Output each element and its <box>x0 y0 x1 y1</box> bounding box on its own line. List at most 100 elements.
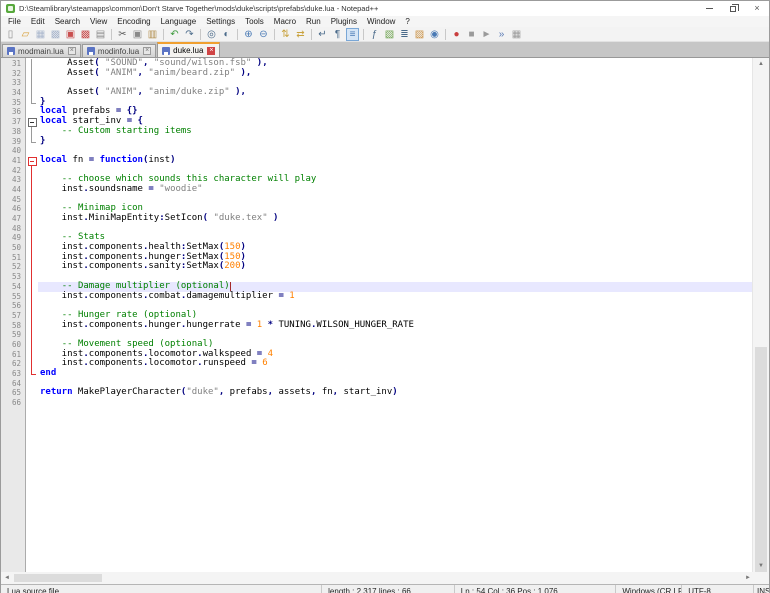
menu-item-tools[interactable]: Tools <box>240 16 269 27</box>
save-icon[interactable]: ▦ <box>34 28 47 41</box>
cut-icon[interactable]: ✂ <box>116 28 129 41</box>
macro-save-icon[interactable]: ▦ <box>510 28 523 41</box>
menu-item-settings[interactable]: Settings <box>201 16 240 27</box>
line-number[interactable]: 63 <box>1 369 26 379</box>
find-icon[interactable]: ◎ <box>205 28 218 41</box>
tab-modmain.lua[interactable]: modmain.lua× <box>2 44 81 57</box>
tab-modinfo.lua[interactable]: modinfo.lua× <box>82 44 156 57</box>
show-indent-guide-icon[interactable]: ≡ <box>346 28 359 41</box>
line-number[interactable]: 51 <box>1 253 26 263</box>
line-number[interactable]: 37 <box>1 117 26 127</box>
close-button[interactable]: × <box>745 1 769 16</box>
menu-item-language[interactable]: Language <box>156 16 202 27</box>
code-line[interactable]: 63end <box>1 369 752 379</box>
line-number[interactable]: 57 <box>1 311 26 321</box>
line-number[interactable]: 42 <box>1 166 26 176</box>
code-line[interactable]: 55 inst.components.combat.damagemultipli… <box>1 292 752 302</box>
open-file-icon[interactable]: ▱ <box>19 28 32 41</box>
print-icon[interactable]: ▤ <box>94 28 107 41</box>
macro-playback-icon[interactable]: ► <box>480 28 493 41</box>
code-line[interactable]: 58 inst.components.hunger.hungerrate = 1… <box>1 321 752 331</box>
line-number[interactable]: 60 <box>1 340 26 350</box>
function-list-icon[interactable]: ƒ <box>368 28 381 41</box>
line-number[interactable]: 61 <box>1 350 26 360</box>
line-number[interactable]: 59 <box>1 330 26 340</box>
show-all-characters-icon[interactable]: ¶ <box>331 28 344 41</box>
line-number[interactable]: 54 <box>1 282 26 292</box>
document-list-icon[interactable]: ≣ <box>398 28 411 41</box>
code-line[interactable]: 34 Asset( "ANIM", "anim/duke.zip" ), <box>1 88 752 98</box>
fold-marker-minus[interactable] <box>26 117 38 127</box>
document-map-icon[interactable]: ▧ <box>383 28 396 41</box>
folder-as-workspace-icon[interactable]: ▨ <box>413 28 426 41</box>
line-number[interactable]: 35 <box>1 98 26 108</box>
menu-item-macro[interactable]: Macro <box>269 16 301 27</box>
code-line[interactable]: 65return MakePlayerCharacter("duke", pre… <box>1 388 752 398</box>
macro-record-icon[interactable]: ● <box>450 28 463 41</box>
macro-stop-icon[interactable]: ■ <box>465 28 478 41</box>
line-number[interactable]: 66 <box>1 398 26 408</box>
macro-run-multiple-icon[interactable]: » <box>495 28 508 41</box>
vertical-scrollbar-thumb[interactable] <box>755 347 767 593</box>
code-line[interactable]: 41local fn = function(inst) <box>1 156 752 166</box>
menu-item-encoding[interactable]: Encoding <box>112 16 155 27</box>
line-number[interactable]: 38 <box>1 127 26 137</box>
horizontal-scrollbar[interactable]: ◄ ► <box>1 572 754 584</box>
line-number[interactable]: 43 <box>1 175 26 185</box>
redo-icon[interactable]: ↷ <box>183 28 196 41</box>
minimize-button[interactable] <box>697 1 721 16</box>
line-number[interactable]: 49 <box>1 233 26 243</box>
line-number[interactable]: 62 <box>1 359 26 369</box>
line-number[interactable]: 52 <box>1 262 26 272</box>
tab-duke.lua[interactable]: duke.lua× <box>157 42 220 57</box>
line-number[interactable]: 36 <box>1 107 26 117</box>
line-number[interactable]: 65 <box>1 388 26 398</box>
restore-button[interactable] <box>721 1 745 16</box>
line-number[interactable]: 41 <box>1 156 26 166</box>
line-number[interactable]: 64 <box>1 379 26 389</box>
horizontal-scrollbar-thumb[interactable] <box>14 574 102 582</box>
line-number[interactable]: 39 <box>1 137 26 147</box>
paste-icon[interactable]: ▥ <box>146 28 159 41</box>
line-number[interactable]: 58 <box>1 321 26 331</box>
close-all-icon[interactable]: ▩ <box>79 28 92 41</box>
menu-item-window[interactable]: Window <box>362 16 400 27</box>
menu-item-plugins[interactable]: Plugins <box>326 16 362 27</box>
scroll-down-arrow-icon[interactable]: ▼ <box>753 560 769 572</box>
line-number[interactable]: 48 <box>1 224 26 234</box>
line-number[interactable]: 45 <box>1 195 26 205</box>
undo-icon[interactable]: ↶ <box>168 28 181 41</box>
word-wrap-icon[interactable]: ↵ <box>316 28 329 41</box>
line-number[interactable]: 40 <box>1 146 26 156</box>
new-file-icon[interactable]: ▯ <box>4 28 17 41</box>
code-line[interactable]: 52 inst.components.sanity:SetMax(200) <box>1 262 752 272</box>
menu-item-help[interactable]: ? <box>400 16 414 27</box>
line-number[interactable]: 46 <box>1 204 26 214</box>
code-line[interactable]: 44 inst.soundsname = "woodie" <box>1 185 752 195</box>
line-number[interactable]: 50 <box>1 243 26 253</box>
line-number[interactable]: 56 <box>1 301 26 311</box>
line-number[interactable]: 31 <box>1 59 26 69</box>
sync-horizontal-scroll-icon[interactable]: ⇄ <box>294 28 307 41</box>
code-line[interactable]: 32 Asset( "ANIM", "anim/beard.zip" ), <box>1 69 752 79</box>
menu-item-run[interactable]: Run <box>301 16 326 27</box>
code-line[interactable]: 39} <box>1 137 752 147</box>
code-line[interactable]: 66 <box>1 398 752 408</box>
tab-close-icon[interactable]: × <box>68 47 76 55</box>
line-number[interactable]: 55 <box>1 292 26 302</box>
tab-close-icon[interactable]: × <box>207 47 215 55</box>
code-line[interactable]: 48 <box>1 224 752 234</box>
menu-item-edit[interactable]: Edit <box>26 16 50 27</box>
line-number[interactable]: 32 <box>1 69 26 79</box>
line-number[interactable]: 47 <box>1 214 26 224</box>
tab-close-icon[interactable]: × <box>143 47 151 55</box>
save-all-icon[interactable]: ▩ <box>49 28 62 41</box>
menu-item-search[interactable]: Search <box>50 16 85 27</box>
line-number[interactable]: 34 <box>1 88 26 98</box>
sync-vertical-scroll-icon[interactable]: ⇅ <box>279 28 292 41</box>
menu-item-file[interactable]: File <box>3 16 26 27</box>
line-number[interactable]: 53 <box>1 272 26 282</box>
code-line[interactable]: 47 inst.MiniMapEntity:SetIcon( "duke.tex… <box>1 214 752 224</box>
line-number[interactable]: 33 <box>1 78 26 88</box>
zoom-out-icon[interactable]: ⊖ <box>257 28 270 41</box>
